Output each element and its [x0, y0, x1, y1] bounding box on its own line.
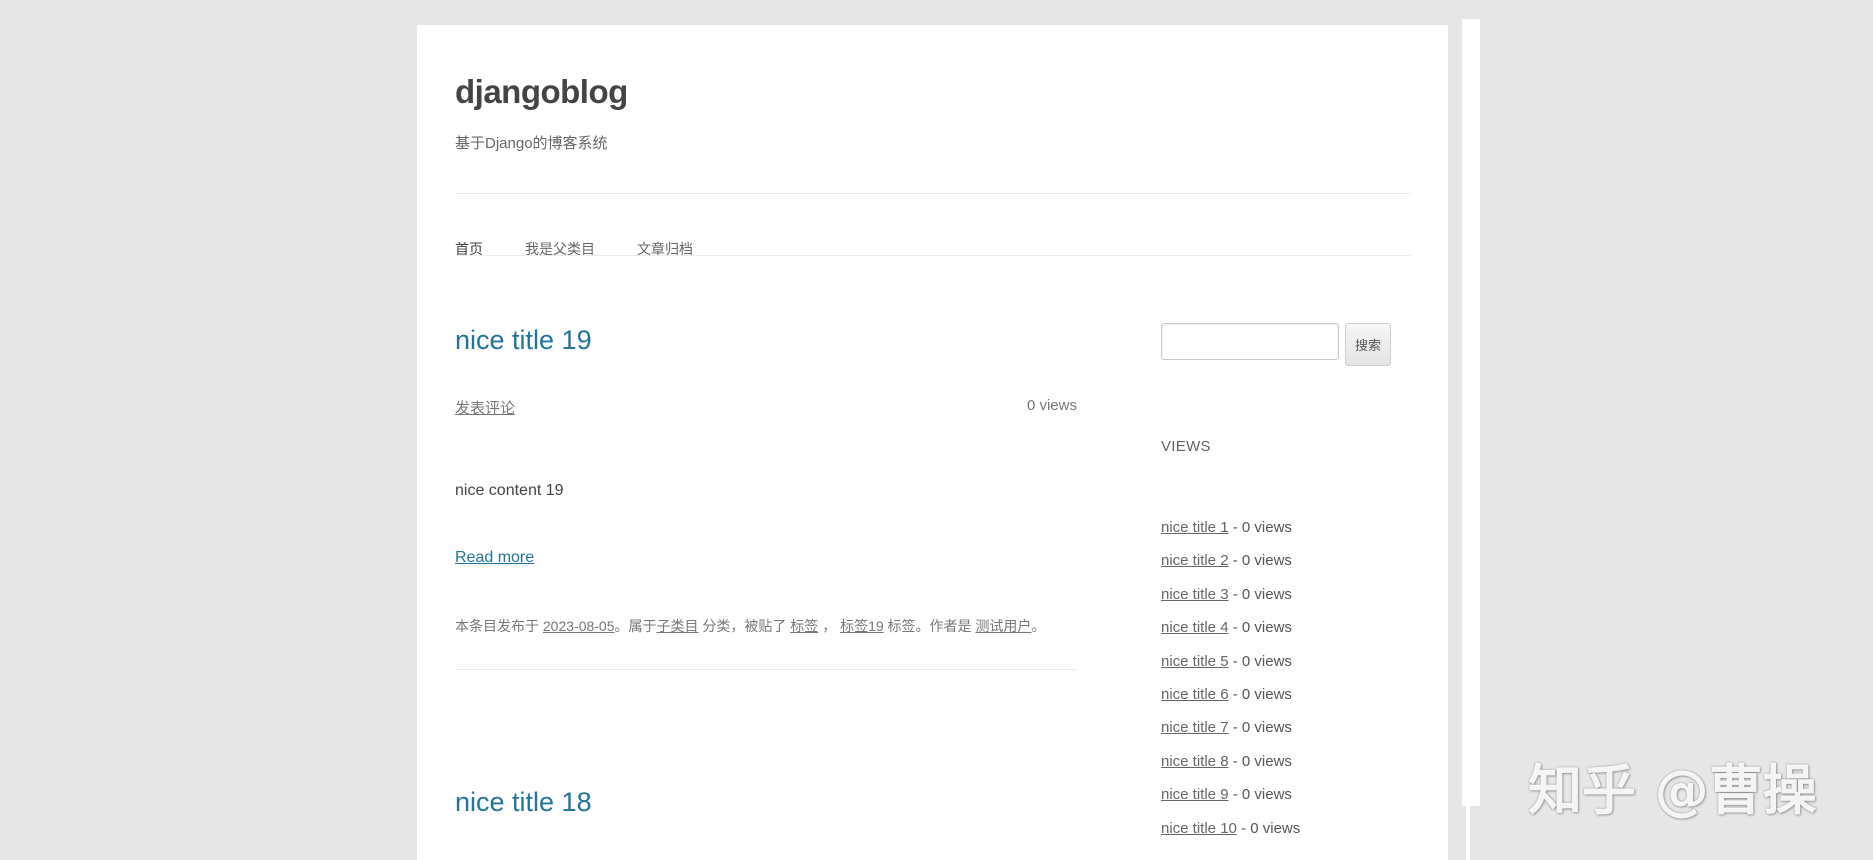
read-more-link[interactable]: Read more	[455, 549, 534, 567]
right-edge-strip	[1462, 19, 1480, 806]
views-item-link[interactable]: nice title 5	[1161, 653, 1229, 670]
views-item-link[interactable]: nice title 4	[1161, 619, 1229, 636]
views-item-link[interactable]: nice title 1	[1161, 519, 1229, 536]
views-item-count: - 0 views	[1232, 685, 1292, 703]
list-item: nice title 1 - 0 views	[1161, 519, 1300, 552]
views-item-count: - 0 views	[1232, 585, 1292, 603]
site-description: 基于Django的博客系统	[455, 135, 608, 152]
search-button[interactable]: 搜索	[1345, 323, 1391, 366]
list-item: nice title 6 - 0 views	[1161, 686, 1300, 719]
views-item-count: - 0 views	[1232, 786, 1292, 804]
list-item: nice title 9 - 0 views	[1161, 786, 1300, 819]
list-item: nice title 7 - 0 views	[1161, 719, 1300, 752]
main-nav: 首页 我是父类目 文章归档	[455, 224, 735, 274]
list-item: nice title 4 - 0 views	[1161, 619, 1300, 652]
views-item-link[interactable]: nice title 10	[1161, 820, 1237, 837]
meta-tag-link[interactable]: 标签19	[840, 618, 884, 634]
views-item-link[interactable]: nice title 8	[1161, 753, 1229, 770]
meta-prefix: 本条目发布于	[455, 618, 539, 634]
views-widget-heading: VIEWS	[1161, 438, 1211, 455]
views-item-count: - 0 views	[1232, 719, 1292, 737]
list-item: nice title 3 - 0 views	[1161, 586, 1300, 619]
meta-author-link[interactable]: 测试用户	[975, 618, 1031, 634]
meta-category-prefix: 。属于	[614, 618, 657, 634]
list-item: nice title 5 - 0 views	[1161, 653, 1300, 686]
meta-tag-suffix: 标签。作者是	[887, 618, 972, 634]
site-title[interactable]: djangoblog	[455, 73, 628, 111]
right-edge-strip-lower	[1466, 806, 1470, 860]
post-title[interactable]: nice title 19	[455, 325, 1077, 356]
post-views: 0 views	[1026, 397, 1077, 414]
post-meta: 本条目发布于 2023-08-05。属于子类目 分类，被贴了 标签 ， 标签19…	[455, 616, 1045, 636]
views-item-count: - 0 views	[1232, 552, 1292, 570]
views-item-count: - 0 views	[1232, 752, 1292, 770]
views-item-count: - 0 views	[1232, 619, 1292, 637]
nav-item-archive[interactable]: 文章归档	[637, 224, 693, 274]
meta-end: 。	[1031, 618, 1046, 634]
nav-item-home[interactable]: 首页	[455, 224, 483, 274]
nav-item-parent-category[interactable]: 我是父类目	[525, 224, 595, 274]
views-item-link[interactable]: nice title 7	[1161, 719, 1229, 736]
views-item-count: - 0 views	[1232, 519, 1292, 536]
search-input[interactable]	[1161, 323, 1339, 360]
views-item-link[interactable]: nice title 2	[1161, 552, 1229, 569]
post-content: nice content 19	[455, 482, 564, 499]
views-item-link[interactable]: nice title 6	[1161, 686, 1229, 703]
views-item-count: - 0 views	[1241, 819, 1301, 837]
views-item-link[interactable]: nice title 9	[1161, 786, 1229, 803]
post-divider	[455, 669, 1077, 670]
meta-tag-sep: ，	[822, 618, 837, 634]
list-item: nice title 10 - 0 views	[1161, 820, 1300, 853]
views-item-count: - 0 views	[1232, 652, 1292, 670]
post-article: nice title 19 发表评论 0 views nice content …	[455, 325, 1077, 685]
meta-date-link[interactable]: 2023-08-05	[543, 618, 615, 634]
list-item: nice title 2 - 0 views	[1161, 552, 1300, 585]
post-title[interactable]: nice title 18	[455, 787, 1077, 818]
views-item-link[interactable]: nice title 3	[1161, 586, 1229, 603]
post-article: nice title 18	[455, 787, 1077, 847]
header-divider-top	[455, 193, 1411, 194]
meta-category-link[interactable]: 子类目	[657, 618, 699, 634]
list-item: nice title 8 - 0 views	[1161, 753, 1300, 786]
watermark-text: 知乎 @曹操	[1528, 759, 1817, 822]
header-divider-bottom	[455, 255, 1411, 256]
views-list: nice title 1 - 0 views nice title 2 - 0 …	[1161, 519, 1300, 853]
meta-tag-link[interactable]: 标签	[790, 618, 818, 634]
page-container: djangoblog 基于Django的博客系统 首页 我是父类目 文章归档 n…	[417, 25, 1448, 860]
meta-category-suffix: 分类，被贴了	[702, 618, 787, 634]
comment-link[interactable]: 发表评论	[455, 397, 515, 418]
